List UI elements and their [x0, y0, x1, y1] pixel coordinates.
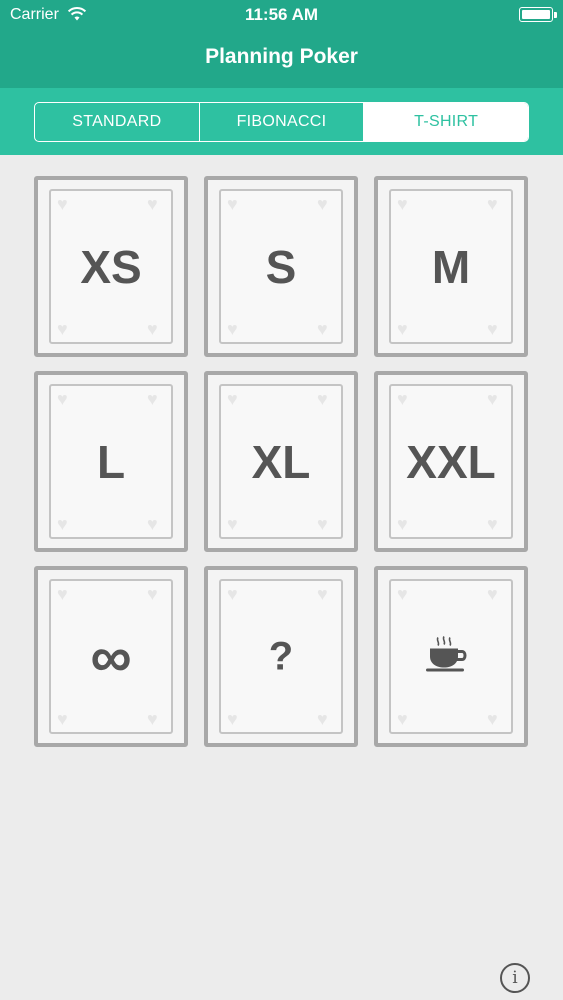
card-xl[interactable]: ♥ ♥ ♥ ♥ XL [204, 371, 358, 552]
heart-icon: ♥ [487, 389, 498, 409]
deck-selector-bar: STANDARD FIBONACCI T-SHIRT [0, 88, 563, 155]
card-value: L [96, 435, 126, 488]
card-face: ♥ ♥ ♥ ♥ S [219, 189, 343, 344]
heart-icon: ♥ [487, 709, 498, 729]
battery-icon [519, 7, 553, 22]
heart-icon: ♥ [397, 584, 408, 604]
heart-icon: ♥ [147, 194, 158, 214]
heart-icon: ♥ [487, 194, 498, 214]
coffee-cup-icon [426, 635, 467, 671]
card-face: ♥ ♥ ♥ ♥ ? [219, 579, 343, 734]
coffee-wrap [391, 634, 511, 679]
card-value: M [431, 240, 471, 293]
segment-fibonacci[interactable]: FIBONACCI [198, 103, 364, 141]
heart-icon: ♥ [57, 514, 68, 534]
card-value: ? [268, 634, 294, 678]
heart-icon: ♥ [397, 514, 408, 534]
info-button[interactable]: i [500, 963, 530, 993]
heart-icon: ♥ [147, 584, 158, 604]
card-face: ♥ ♥ ♥ ♥ ∞ [49, 579, 173, 734]
heart-icon: ♥ [317, 319, 328, 339]
heart-icon: ♥ [487, 319, 498, 339]
heart-icon: ♥ [57, 584, 68, 604]
card-xs[interactable]: ♥ ♥ ♥ ♥ XS [34, 176, 188, 357]
heart-icon: ♥ [397, 319, 408, 339]
status-bar: Carrier 11:56 AM [0, 0, 563, 30]
card-xxl[interactable]: ♥ ♥ ♥ ♥ XXL [374, 371, 528, 552]
deck-segmented-control: STANDARD FIBONACCI T-SHIRT [34, 102, 529, 142]
heart-icon: ♥ [147, 709, 158, 729]
page-title: Planning Poker [205, 45, 358, 68]
heart-icon: ♥ [227, 514, 238, 534]
card-face: ♥ ♥ ♥ ♥ XS [49, 189, 173, 344]
heart-icon: ♥ [227, 584, 238, 604]
card-infinity[interactable]: ♥ ♥ ♥ ♥ ∞ [34, 566, 188, 747]
card-grid: ♥ ♥ ♥ ♥ XS ♥ ♥ ♥ ♥ S ♥ ♥ ♥ ♥ M ♥ ♥ ♥ ♥ L ♥ ♥ ♥ ♥ XL ♥ ♥ ♥… [34, 176, 528, 747]
heart-icon: ♥ [317, 514, 328, 534]
heart-icon: ♥ [317, 194, 328, 214]
heart-icon: ♥ [57, 709, 68, 729]
heart-icon: ♥ [317, 389, 328, 409]
card-face: ♥ ♥ ♥ ♥ L [49, 384, 173, 539]
heart-icon: ♥ [57, 389, 68, 409]
heart-icon: ♥ [227, 709, 238, 729]
infinity-icon: ∞ [90, 624, 132, 689]
heart-icon: ♥ [227, 389, 238, 409]
heart-icon: ♥ [487, 514, 498, 534]
heart-icon: ♥ [57, 319, 68, 339]
card-value: XS [80, 240, 142, 293]
segment-t-shirt[interactable]: T-SHIRT [363, 103, 528, 141]
card-value: XL [251, 435, 311, 488]
heart-icon: ♥ [147, 389, 158, 409]
heart-icon: ♥ [147, 319, 158, 339]
card-face: ♥ ♥ ♥ ♥ XL [219, 384, 343, 539]
segment-standard[interactable]: STANDARD [35, 103, 199, 141]
heart-icon: ♥ [227, 319, 238, 339]
heart-icon: ♥ [317, 584, 328, 604]
heart-icon: ♥ [397, 709, 408, 729]
card-face: ♥ ♥ ♥ ♥ XXL [389, 384, 513, 539]
navigation-bar: Planning Poker [0, 30, 563, 88]
battery-tip [554, 12, 557, 18]
card-s[interactable]: ♥ ♥ ♥ ♥ S [204, 176, 358, 357]
card-face: ♥ ♥ ♥ ♥ [389, 579, 513, 734]
card-coffee[interactable]: ♥ ♥ ♥ ♥ [374, 566, 528, 747]
heart-icon: ♥ [227, 194, 238, 214]
card-l[interactable]: ♥ ♥ ♥ ♥ L [34, 371, 188, 552]
heart-icon: ♥ [57, 194, 68, 214]
card-question[interactable]: ♥ ♥ ♥ ♥ ? [204, 566, 358, 747]
card-value: S [265, 240, 297, 293]
heart-icon: ♥ [317, 709, 328, 729]
card-value: XXL [406, 435, 496, 488]
heart-icon: ♥ [487, 584, 498, 604]
heart-icon: ♥ [147, 514, 158, 534]
heart-icon: ♥ [397, 389, 408, 409]
heart-icon: ♥ [397, 194, 408, 214]
card-m[interactable]: ♥ ♥ ♥ ♥ M [374, 176, 528, 357]
clock: 11:56 AM [244, 5, 319, 24]
card-face: ♥ ♥ ♥ ♥ M [389, 189, 513, 344]
